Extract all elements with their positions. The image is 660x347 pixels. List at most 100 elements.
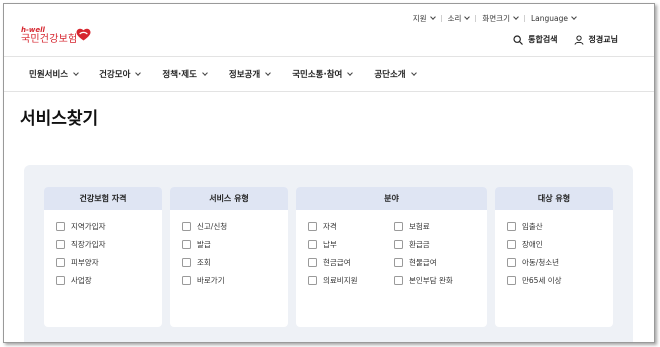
integrated-search-button[interactable]: 통합검색: [513, 34, 558, 45]
util-support[interactable]: 지원: [407, 13, 441, 24]
nav-item-label: 국민소통·참여: [292, 70, 343, 80]
main-nav: 민원서비스 건강모아 정책·제도 정보공개 국민소통·참여 공단소개: [4, 56, 654, 92]
option-label: 아동/청소년: [522, 257, 560, 267]
site-logo[interactable]: h-well 국민건강보험: [21, 26, 91, 46]
checkbox[interactable]: [394, 257, 403, 267]
checkbox-option[interactable]: 아동/청소년: [507, 257, 613, 267]
checkbox-option[interactable]: 직장가입자: [56, 239, 162, 249]
util-screen-size[interactable]: 화면크기: [476, 13, 524, 24]
checkbox[interactable]: [308, 239, 317, 249]
option-label: 사업장: [71, 275, 92, 285]
option-label: 임출산: [522, 221, 543, 231]
checkbox-option[interactable]: 납부: [308, 239, 394, 249]
nav-item-label: 민원서비스: [29, 70, 69, 80]
util-screen-size-label: 화면크기: [482, 14, 510, 23]
option-label: 보험료: [409, 221, 430, 231]
page-title: 서비스찾기: [20, 109, 99, 129]
option-label: 바로가기: [197, 275, 225, 285]
checkbox-option[interactable]: 현물급여: [394, 257, 484, 267]
search-label: 통합검색: [528, 35, 558, 44]
chevron-down-icon: [571, 14, 577, 20]
user-name-label: 정경교님: [588, 35, 618, 44]
checkbox[interactable]: [308, 275, 317, 285]
logo-name: 국민건강보험: [21, 34, 78, 45]
search-icon: [513, 34, 523, 45]
checkbox-option[interactable]: 현금급여: [308, 257, 394, 267]
chevron-down-icon: [265, 69, 272, 76]
option-label: 현물급여: [409, 257, 437, 267]
checkbox[interactable]: [394, 275, 403, 285]
checkbox-option[interactable]: 신고/신청: [182, 221, 288, 231]
filter-panel-service-type: 서비스 유형 신고/신청 발급 조회 바로가기: [170, 187, 288, 327]
checkbox[interactable]: [182, 239, 191, 249]
nav-item-about[interactable]: 공단소개: [374, 68, 417, 80]
browser-frame: 지원 소리 화면크기 Language h-well 국민건강보험 통합검색 정…: [3, 3, 655, 343]
checkbox[interactable]: [182, 275, 191, 285]
panel-title: 건강보험 자격: [44, 187, 162, 210]
checkbox[interactable]: [507, 239, 516, 249]
panel-title: 분야: [296, 187, 487, 210]
checkbox[interactable]: [56, 257, 65, 267]
util-sound[interactable]: 소리: [442, 13, 476, 24]
chevron-down-icon: [347, 69, 354, 76]
checkbox-option[interactable]: 임출산: [507, 221, 613, 231]
checkbox-option[interactable]: 의료비지원: [308, 275, 394, 285]
nav-item-participation[interactable]: 국민소통·참여: [292, 68, 354, 80]
checkbox[interactable]: [56, 275, 65, 285]
option-label: 지역가입자: [71, 221, 106, 231]
option-label: 납부: [323, 239, 337, 249]
checkbox[interactable]: [507, 257, 516, 267]
option-label: 직장가입자: [71, 239, 106, 249]
checkbox-option[interactable]: 사업장: [56, 275, 162, 285]
filter-panel-qualification: 건강보험 자격 지역가입자 직장가입자 피부양자 사업장: [44, 187, 162, 327]
checkbox-option[interactable]: 환급금: [394, 239, 484, 249]
checkbox-option[interactable]: 바로가기: [182, 275, 288, 285]
option-label: 자격: [323, 221, 337, 231]
util-language-label: Language: [530, 14, 568, 23]
checkbox[interactable]: [394, 221, 403, 231]
option-label: 만65세 이상: [522, 275, 562, 285]
checkbox-option[interactable]: 본인부담 완화: [394, 275, 484, 285]
option-label: 발급: [197, 239, 211, 249]
checkbox[interactable]: [182, 257, 191, 267]
checkbox-option[interactable]: 발급: [182, 239, 288, 249]
chevron-down-icon: [202, 69, 208, 76]
checkbox[interactable]: [182, 221, 191, 231]
chevron-down-icon: [73, 69, 79, 76]
checkbox-option[interactable]: 보험료: [394, 221, 484, 231]
option-label: 환급금: [409, 239, 430, 249]
checkbox-option[interactable]: 조회: [182, 257, 288, 267]
chevron-down-icon: [429, 14, 436, 20]
util-support-label: 지원: [412, 14, 427, 23]
nav-item-policy[interactable]: 정책·제도: [162, 68, 208, 80]
checkbox[interactable]: [308, 221, 317, 231]
checkbox[interactable]: [56, 239, 65, 249]
checkbox-option[interactable]: 자격: [308, 221, 394, 231]
checkbox-option[interactable]: 지역가입자: [56, 221, 162, 231]
checkbox-option[interactable]: 피부양자: [56, 257, 162, 267]
checkbox[interactable]: [56, 221, 65, 231]
checkbox[interactable]: [507, 275, 516, 285]
user-icon: [574, 35, 584, 45]
nav-item-disclosure[interactable]: 정보공개: [228, 68, 272, 80]
nav-item-label: 정책·제도: [162, 70, 197, 80]
checkbox[interactable]: [507, 221, 516, 231]
option-label: 신고/신청: [197, 221, 228, 231]
nav-item-health[interactable]: 건강모아: [99, 68, 142, 80]
util-language[interactable]: Language: [525, 14, 582, 23]
option-label: 현금급여: [323, 257, 351, 267]
nav-item-civil-service[interactable]: 민원서비스: [29, 68, 79, 80]
checkbox[interactable]: [308, 257, 317, 267]
checkbox-option[interactable]: 장애인: [507, 239, 613, 249]
chevron-down-icon: [135, 69, 142, 76]
checkbox[interactable]: [394, 239, 403, 249]
option-label: 본인부담 완화: [409, 275, 453, 285]
chevron-down-icon: [410, 69, 417, 76]
filter-panel-field: 분야 자격 보험료 납부 환급금 현금급여 현물급여 의료비지원 본인부담 완화: [296, 187, 487, 327]
panel-title: 서비스 유형: [170, 187, 288, 210]
user-menu-button[interactable]: 정경교님: [574, 34, 618, 45]
nav-item-label: 정보공개: [228, 70, 261, 80]
util-sound-label: 소리: [447, 14, 462, 23]
checkbox-option[interactable]: 만65세 이상: [507, 275, 613, 285]
option-label: 의료비지원: [323, 275, 358, 285]
